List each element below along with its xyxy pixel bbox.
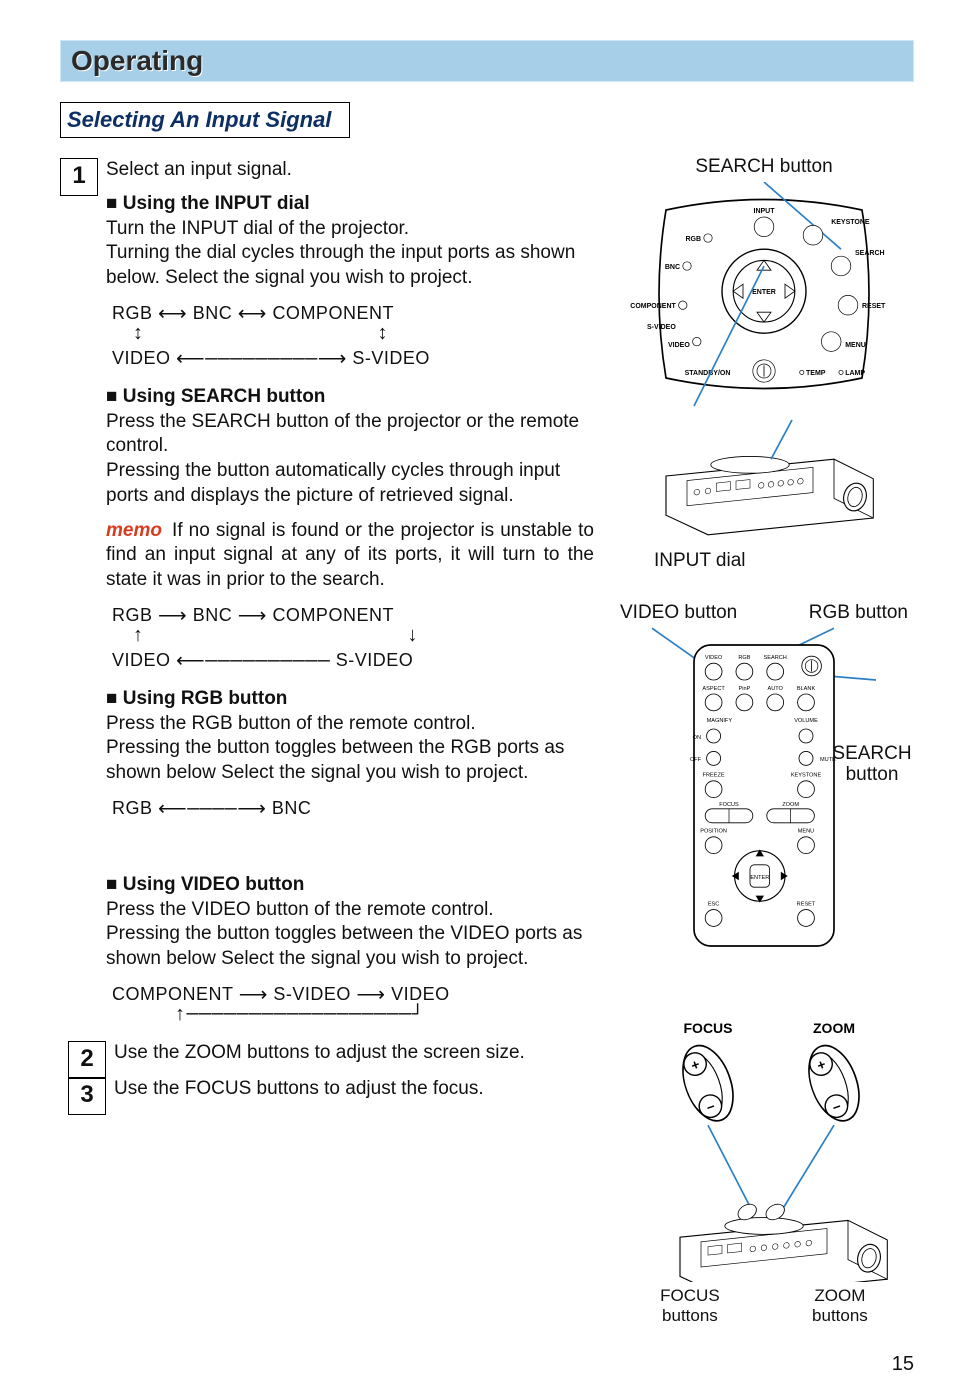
callout-search-button-remote: SEARCH button [832,764,912,785]
svg-text:TEMP: TEMP [806,370,826,377]
fig-remote-control: VIDEO button RGB button VIDEO R [614,602,914,986]
callout-search-button: SEARCH button [614,156,914,178]
svg-text:VIDEO: VIDEO [668,342,690,349]
memo-paragraph: memo If no signal is found or the projec… [106,519,594,593]
search-flow-diagram: RGB ⟶ BNC ⟶ COMPONENT ↑↓ VIDEO ⟵────────… [112,603,594,674]
section-title: Operating [71,45,903,77]
svg-text:SEARCH: SEARCH [764,655,787,661]
callout-zoom-buttons: ZOOM buttons [812,1286,868,1326]
svg-text:RESET: RESET [862,303,886,310]
rgb-flow-diagram: RGB ⟵────⟶ BNC [112,796,594,822]
fig-focus-zoom: FOCUS ZOOM + − [614,1016,914,1326]
svg-text:BLANK: BLANK [797,686,816,692]
svg-text:COMPONENT: COMPONENT [630,303,676,310]
svg-text:ENTER: ENTER [750,875,769,881]
method-body-video: Press the VIDEO button of the remote con… [106,898,594,972]
method-heading-input-dial: Using the INPUT dial [106,193,594,215]
svg-text:RGB: RGB [685,236,701,243]
svg-text:FOCUS: FOCUS [684,1020,733,1036]
step2-body: Use the ZOOM buttons to adjust the scree… [114,1041,594,1066]
svg-text:FOCUS: FOCUS [719,802,739,808]
step-2: 2 Use the ZOOM buttons to adjust the scr… [68,1041,594,1066]
page-number: 15 [892,1353,914,1376]
step-number: 2 [68,1041,106,1079]
svg-text:BNC: BNC [665,264,680,271]
memo-label: memo [106,520,162,541]
svg-text:VIDEO: VIDEO [705,655,723,661]
svg-text:ZOOM: ZOOM [813,1020,855,1036]
svg-text:SEARCH: SEARCH [855,250,885,257]
svg-text:MENU: MENU [845,342,866,349]
step-number: 3 [68,1077,106,1115]
step3-body: Use the FOCUS buttons to adjust the focu… [114,1077,594,1102]
svg-text:MAGNIFY: MAGNIFY [707,718,733,724]
svg-text:S-VIDEO: S-VIDEO [647,324,676,331]
method-body-search: Press the SEARCH button of the projector… [106,410,594,509]
svg-text:INPUT: INPUT [754,208,776,215]
svg-text:RGB: RGB [738,655,750,661]
input-dial-flow-diagram: RGB ⟷ BNC ⟷ COMPONENT ↕↕ VIDEO ⟵────────… [112,301,594,372]
svg-text:PinP: PinP [738,686,750,692]
svg-text:POSITION: POSITION [700,829,727,835]
step-number: 1 [60,158,98,196]
svg-text:ESC: ESC [708,901,720,907]
svg-text:ON: ON [693,735,701,741]
callout-input-dial: INPUT dial [654,550,914,572]
svg-text:AUTO: AUTO [767,686,783,692]
svg-text:ZOOM: ZOOM [782,802,799,808]
svg-text:VOLUME: VOLUME [794,718,818,724]
step1-intro: Select an input signal. [106,158,594,183]
svg-text:KEYSTONE: KEYSTONE [831,219,870,226]
section-header: Operating [60,40,914,82]
callout-video-button: VIDEO button [620,602,737,624]
svg-text:RESET: RESET [797,901,816,907]
callout-rgb-button: RGB button [809,602,908,624]
svg-text:ASPECT: ASPECT [702,686,725,692]
method-body-input-dial: Turn the INPUT dial of the projector. Tu… [106,217,594,291]
callout-focus-buttons: FOCUS buttons [660,1286,720,1326]
step-1: 1 Select an input signal. Using the INPU… [60,158,594,1027]
svg-text:MENU: MENU [798,829,814,835]
method-heading-search: Using SEARCH button [106,386,594,408]
video-flow-diagram: COMPONENT ⟶ S-VIDEO ⟶ VIDEO ↑───────────… [112,982,594,1027]
svg-text:LAMP: LAMP [845,370,865,377]
step-3: 3 Use the FOCUS buttons to adjust the fo… [68,1077,594,1102]
memo-body: If no signal is found or the projector i… [106,520,594,590]
svg-text:ENTER: ENTER [752,289,776,296]
fig-projector-controls: SEARCH button ENTER [614,156,914,572]
subsection-title: Selecting An Input Signal [60,102,350,138]
method-heading-rgb: Using RGB button [106,688,594,710]
method-heading-video: Using VIDEO button [106,874,594,896]
svg-text:STANDBY/ON: STANDBY/ON [685,370,731,377]
method-body-rgb: Press the RGB button of the remote contr… [106,712,594,786]
